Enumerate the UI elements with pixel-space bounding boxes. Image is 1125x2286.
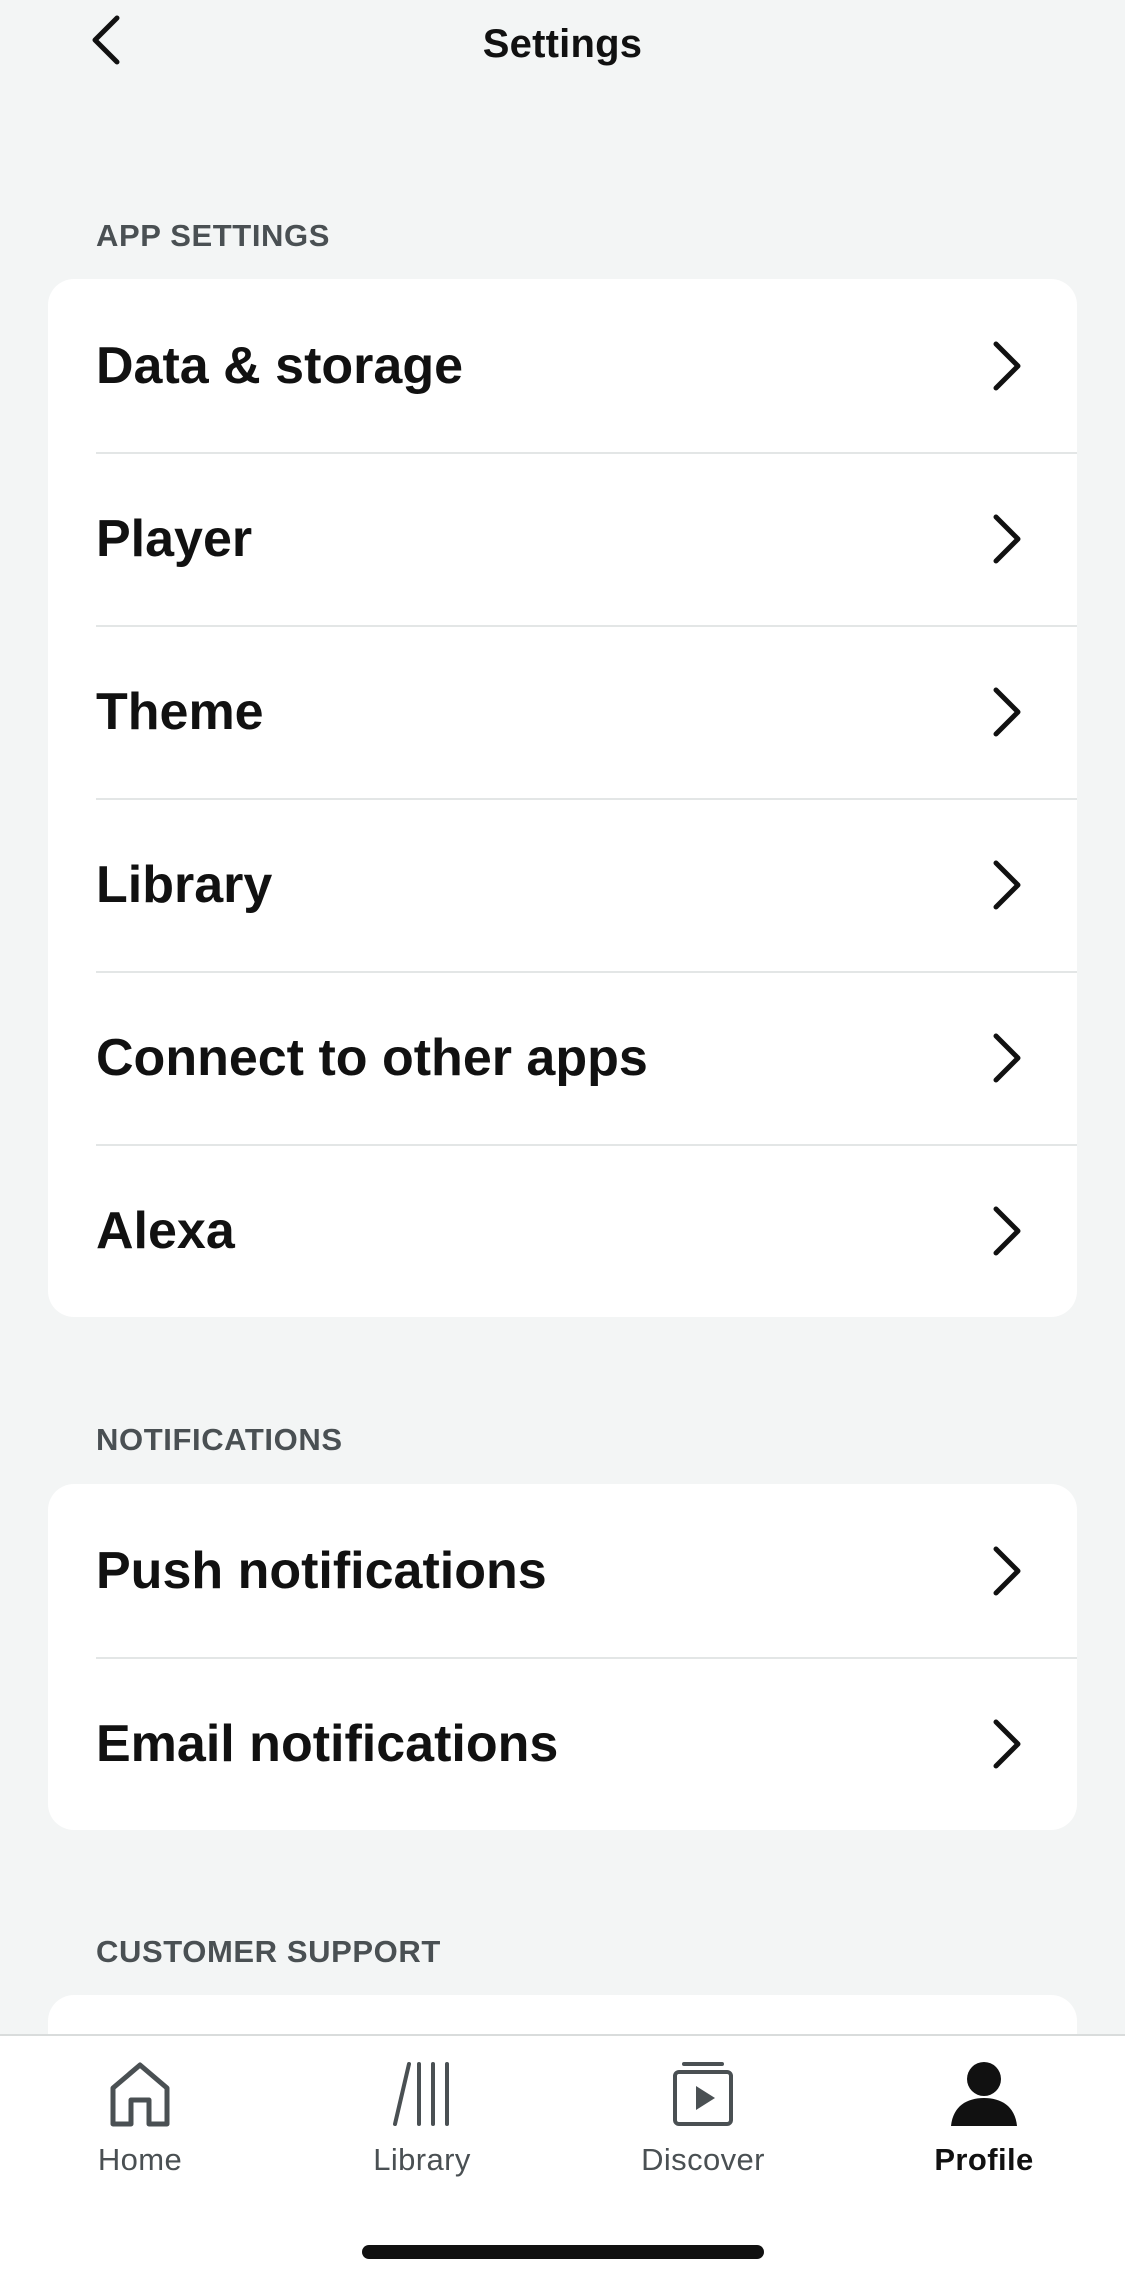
tab-home[interactable]: Home [40,2056,240,2196]
section-label-customer-support: CUSTOMER SUPPORT [96,1934,441,1969]
chevron-right-icon [993,1546,1021,1595]
settings-row-data-storage[interactable]: Data & storage [48,279,1077,452]
row-label: Player [96,509,253,568]
row-label: Push notifications [96,1541,547,1600]
settings-row-push-notifications[interactable]: Push notifications [48,1484,1077,1657]
row-label: Data & storage [96,336,463,395]
tab-library[interactable]: Library [322,2056,522,2196]
chevron-right-icon [993,1033,1021,1082]
settings-row-alexa[interactable]: Alexa [48,1144,1077,1317]
tab-profile[interactable]: Profile [884,2056,1084,2196]
chevron-right-icon [993,687,1021,736]
chevron-right-icon [993,1206,1021,1255]
row-label: Email notifications [96,1714,559,1773]
home-icon [102,2056,178,2132]
settings-row-email-notifications[interactable]: Email notifications [48,1657,1077,1830]
settings-row-theme[interactable]: Theme [48,625,1077,798]
page-title: Settings [482,22,643,66]
profile-icon [946,2056,1022,2132]
discover-icon [665,2056,741,2132]
chevron-right-icon [993,860,1021,909]
tab-label: Profile [934,2142,1034,2177]
row-label: Connect to other apps [96,1028,648,1087]
home-indicator [362,2245,764,2259]
tab-discover[interactable]: Discover [603,2056,803,2196]
section-label-app-settings: APP SETTINGS [96,218,331,253]
row-label: Alexa [96,1201,235,1260]
section-label-notifications: NOTIFICATIONS [96,1422,343,1457]
settings-row-library[interactable]: Library [48,798,1077,971]
notifications-card: Push notifications Email notifications [48,1484,1077,1830]
row-label: Theme [96,682,264,741]
tab-label: Discover [641,2142,765,2177]
header: Settings [0,0,1125,100]
chevron-right-icon [993,341,1021,390]
settings-row-player[interactable]: Player [48,452,1077,625]
tab-label: Home [97,2142,183,2177]
app-settings-card: Data & storage Player Theme Library Conn… [48,279,1077,1317]
library-icon [384,2056,460,2132]
chevron-right-icon [993,1719,1021,1768]
settings-row-connect-apps[interactable]: Connect to other apps [48,971,1077,1144]
tab-label: Library [373,2142,471,2177]
row-label: Library [96,855,273,914]
chevron-right-icon [993,514,1021,563]
